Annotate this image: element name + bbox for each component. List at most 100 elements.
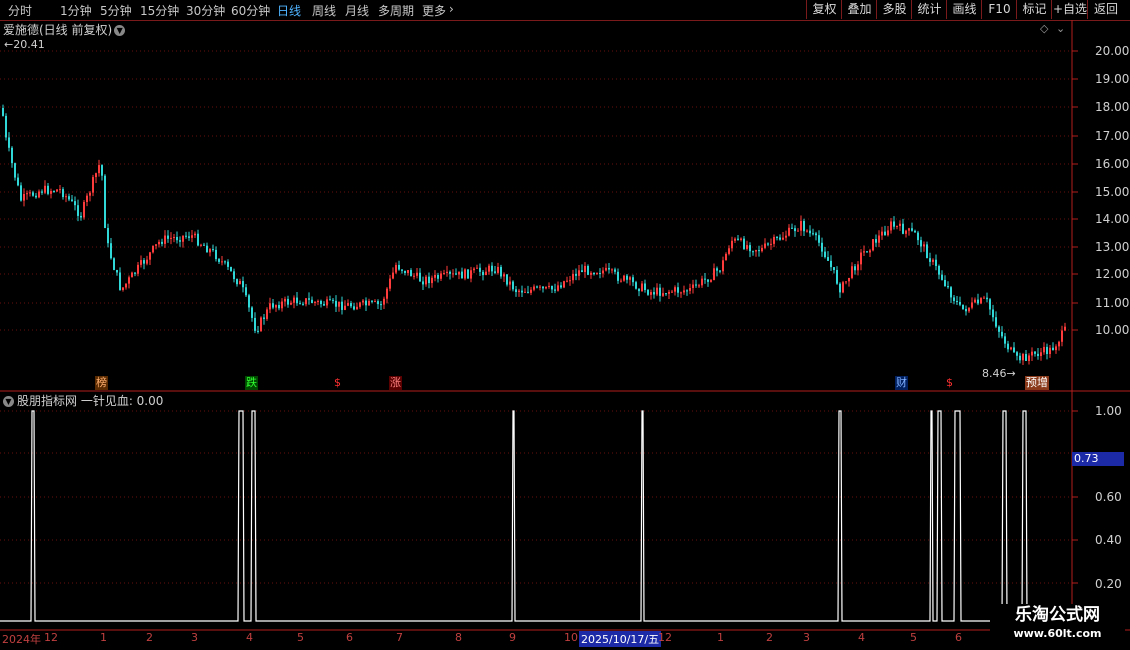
- candle-body: [1016, 352, 1018, 356]
- date-tick: 3: [803, 631, 810, 644]
- f10-button[interactable]: F10: [981, 0, 1017, 19]
- candle-body: [629, 277, 631, 280]
- multi-stock-button[interactable]: 多股: [876, 0, 912, 19]
- tab-multi[interactable]: 多周期: [378, 2, 414, 19]
- date-tick: 3: [191, 631, 198, 644]
- tab-30min[interactable]: 30分钟: [186, 2, 225, 19]
- tab-15min[interactable]: 15分钟: [140, 2, 179, 19]
- candle-body: [722, 260, 724, 272]
- candle-body: [797, 230, 799, 232]
- candle-body: [608, 267, 610, 270]
- candle-body: [977, 299, 979, 304]
- candle-body: [605, 267, 607, 271]
- candle-body: [389, 278, 391, 289]
- tab-5min[interactable]: 5分钟: [100, 2, 132, 19]
- candle-body: [485, 271, 487, 276]
- candle-body: [290, 302, 292, 305]
- candle-body: [425, 276, 427, 285]
- candle-body: [98, 165, 100, 174]
- candle-body: [383, 298, 385, 305]
- event-badge-dollar[interactable]: $: [333, 376, 342, 390]
- tab-1min[interactable]: 1分钟: [60, 2, 92, 19]
- candle-body: [653, 292, 655, 295]
- event-badge-dollar[interactable]: $: [945, 376, 954, 390]
- candle-body: [443, 273, 445, 275]
- date-tick: 6: [955, 631, 962, 644]
- candle-body: [419, 272, 421, 282]
- candle-body: [839, 283, 841, 293]
- candle-body: [533, 286, 535, 290]
- candle-body: [74, 201, 76, 206]
- candle-body: [140, 260, 142, 265]
- candle-body: [167, 235, 169, 239]
- candle-body: [539, 286, 541, 288]
- price-tick: 18.00: [1095, 100, 1130, 114]
- candle-body: [542, 286, 544, 289]
- tab-intraday[interactable]: 分时: [8, 2, 32, 19]
- candle-body: [233, 271, 235, 280]
- candle-body: [704, 278, 706, 280]
- event-badge-forecast[interactable]: 预增: [1025, 376, 1049, 390]
- back-button[interactable]: 返回: [1087, 0, 1124, 19]
- chevron-down-icon[interactable]: ⌄: [1056, 22, 1065, 35]
- candle-body: [959, 301, 961, 305]
- candle-body: [812, 233, 814, 235]
- candle-body: [680, 292, 682, 294]
- candle-body: [575, 273, 577, 276]
- candle-body: [152, 245, 154, 253]
- candle-body: [80, 215, 82, 218]
- diamond-icon[interactable]: ◇: [1040, 22, 1048, 35]
- candle-body: [182, 235, 184, 242]
- date-tick: 12: [658, 631, 672, 644]
- candlestick-chart[interactable]: [0, 20, 1130, 650]
- tab-60min[interactable]: 60分钟: [231, 2, 270, 19]
- candle-body: [920, 240, 922, 247]
- add-watchlist-button[interactable]: +自选: [1051, 0, 1088, 19]
- candle-body: [1028, 355, 1030, 361]
- adjust-button[interactable]: 复权: [806, 0, 842, 19]
- price-tick: 11.00: [1095, 296, 1130, 310]
- candle-body: [830, 260, 832, 268]
- candle-body: [638, 288, 640, 292]
- candle-body: [488, 265, 490, 272]
- candle-body: [563, 281, 565, 288]
- chevron-right-icon[interactable]: ›: [449, 2, 454, 16]
- candle-body: [1061, 330, 1063, 342]
- candle-body: [866, 251, 868, 253]
- candle-body: [137, 264, 139, 274]
- candle-body: [1010, 347, 1012, 350]
- date-tick: 2: [766, 631, 773, 644]
- mark-button[interactable]: 标记: [1016, 0, 1052, 19]
- tab-daily[interactable]: 日线: [277, 2, 301, 19]
- candle-body: [437, 274, 439, 279]
- candle-body: [479, 267, 481, 272]
- candle-body: [497, 266, 499, 273]
- price-tick: 13.00: [1095, 240, 1130, 254]
- chevron-down-icon[interactable]: ▼: [3, 396, 14, 407]
- chevron-down-icon[interactable]: ▼: [114, 25, 126, 36]
- tab-monthly[interactable]: 月线: [345, 2, 369, 19]
- candle-body: [1055, 346, 1057, 351]
- candle-body: [308, 298, 310, 300]
- candle-body: [146, 259, 148, 264]
- candle-body: [44, 185, 46, 193]
- overlay-button[interactable]: 叠加: [841, 0, 877, 19]
- candle-body: [428, 276, 430, 284]
- draw-line-button[interactable]: 画线: [946, 0, 982, 19]
- candle-body: [551, 285, 553, 290]
- candle-body: [674, 287, 676, 292]
- candle-body: [728, 248, 730, 254]
- event-badge-rank[interactable]: 榜: [95, 376, 108, 390]
- event-badge-rise[interactable]: 涨: [389, 376, 402, 390]
- tab-more[interactable]: 更多: [422, 2, 446, 19]
- event-badge-finance[interactable]: 财: [895, 376, 908, 390]
- stats-button[interactable]: 统计: [911, 0, 947, 19]
- candle-body: [476, 267, 478, 269]
- candle-body: [71, 199, 73, 202]
- candle-body: [557, 285, 559, 291]
- candle-body: [767, 243, 769, 245]
- candle-body: [248, 295, 250, 308]
- tab-weekly[interactable]: 周线: [312, 2, 336, 19]
- event-badge-fall[interactable]: 跌: [245, 376, 258, 390]
- candle-body: [404, 270, 406, 273]
